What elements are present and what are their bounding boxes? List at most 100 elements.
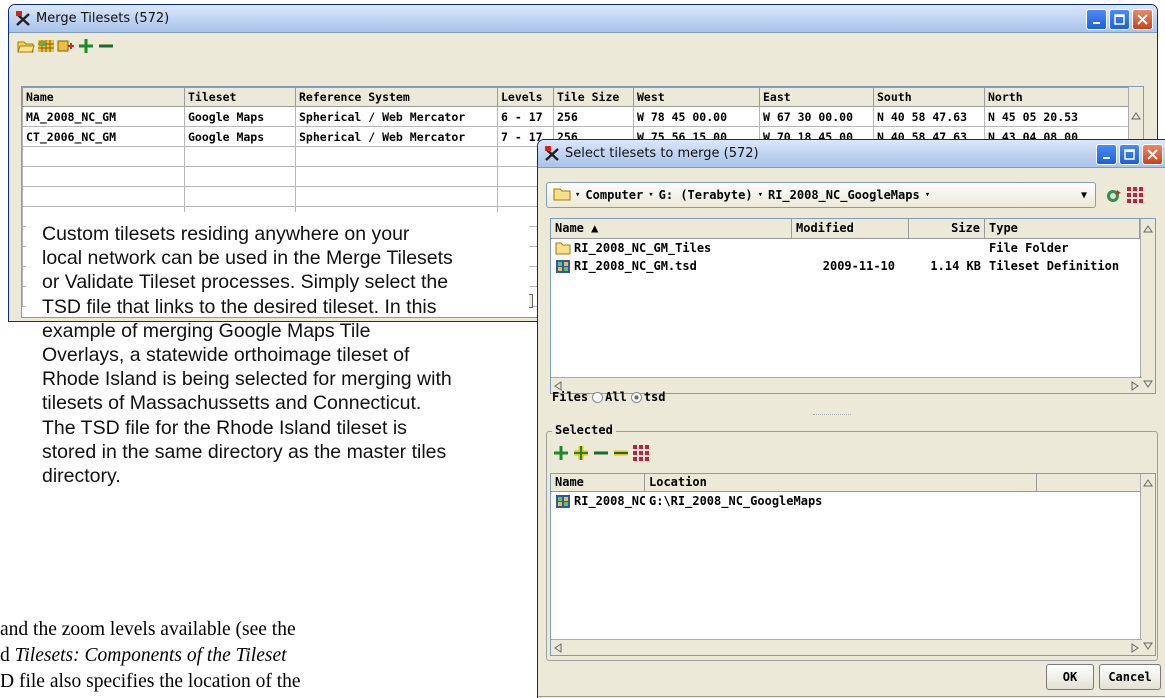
list-item[interactable]: RI_2008_NC_GM_Tiles File Folder — [551, 239, 1155, 257]
add-icon[interactable] — [552, 444, 570, 462]
column-header[interactable]: Name — [22, 87, 185, 107]
selected-location: G:\RI_2008_NC_GoogleMaps — [649, 494, 823, 508]
refresh-icon[interactable] — [1105, 188, 1125, 207]
column-header[interactable]: Tileset — [184, 87, 296, 107]
column-name[interactable]: Name ▲ — [551, 219, 792, 238]
column-header[interactable]: Tile Size — [553, 87, 634, 107]
remove-icon[interactable] — [97, 37, 115, 55]
dialog-app-icon — [544, 145, 560, 162]
open-folder-icon[interactable] — [17, 37, 35, 55]
column-header[interactable]: Levels — [497, 87, 554, 107]
table-cell[interactable]: 6 - 17 — [497, 106, 554, 127]
table-cell[interactable]: N 40 58 47.63 — [873, 106, 985, 127]
table-cell[interactable]: Google Maps — [184, 106, 296, 127]
table-cell[interactable]: Spherical / Web Mercator — [295, 106, 498, 127]
column-size[interactable]: Size — [909, 219, 985, 238]
column-header[interactable]: North — [984, 87, 1130, 107]
path-dropdown-icon[interactable]: ▼ — [1081, 190, 1087, 201]
column-header[interactable]: South — [873, 87, 985, 107]
table-cell — [295, 146, 498, 167]
table-cell — [295, 186, 498, 207]
table-cell[interactable]: W 67 30 00.00 — [759, 106, 874, 127]
select-dialog-titlebar[interactable]: Select tilesets to merge (572) — [538, 140, 1165, 168]
callout-text: Custom tilesets residing anywhere on you… — [42, 222, 529, 488]
file-list-vscrollbar[interactable] — [1140, 219, 1155, 393]
dialog-maximize-button[interactable] — [1119, 144, 1140, 165]
column-header[interactable]: West — [633, 87, 760, 107]
table-cell[interactable]: Google Maps — [184, 126, 296, 147]
breadcrumb-computer[interactable]: Computer — [585, 188, 643, 202]
table-cell[interactable]: 256 — [553, 106, 634, 127]
callout-paragraph: Custom tilesets residing anywhere on you… — [42, 223, 453, 488]
column-modified[interactable]: Modified — [792, 219, 909, 238]
file-name-cell: RI_2008_NC_GM.tsd — [551, 257, 792, 275]
column-type[interactable]: Type — [985, 219, 1140, 238]
remove-all-icon[interactable] — [612, 444, 630, 462]
scroll-right-arrow-icon[interactable] — [1131, 380, 1139, 393]
selected-list-hscrollbar[interactable] — [551, 639, 1142, 655]
file-name-cell: RI_2008_NC_GM_Tiles — [551, 239, 792, 257]
path-arrow-icon: ▾ — [648, 190, 654, 200]
list-item[interactable]: RI_2008_NC_G G:\RI_2008_NC_GoogleMaps — [551, 492, 1155, 510]
scroll-down-arrow-icon[interactable] — [1141, 639, 1155, 653]
scroll-left-arrow-icon[interactable] — [554, 642, 562, 655]
minimize-button[interactable] — [1086, 9, 1107, 30]
list-item[interactable]: RI_2008_NC_GM.tsd 2009-11-10 1.14 KB Til… — [551, 257, 1155, 275]
add-icon[interactable] — [77, 37, 95, 55]
select-dialog-title: Select tilesets to merge (572) — [565, 146, 759, 161]
scroll-down-arrow-icon[interactable] — [1141, 377, 1155, 391]
tileset-grid-icon[interactable] — [37, 37, 55, 55]
path-arrow-icon: ▾ — [757, 190, 763, 200]
radio-tsd[interactable] — [630, 391, 642, 403]
scroll-right-arrow-icon[interactable] — [1131, 642, 1139, 655]
path-arrow-icon: ▾ — [924, 190, 931, 200]
table-cell[interactable]: Spherical / Web Mercator — [295, 126, 498, 147]
column-name[interactable]: Name — [551, 474, 645, 491]
add-all-icon[interactable] — [572, 444, 590, 462]
selected-label: Selected — [552, 423, 616, 437]
drive-folder-icon — [553, 187, 571, 204]
dialog-close-button[interactable] — [1142, 144, 1163, 165]
remove-icon[interactable] — [592, 444, 610, 462]
grid-view-icon[interactable] — [1126, 186, 1146, 207]
table-cell[interactable]: CT_2006_NC_GM — [22, 126, 185, 147]
table-cell — [184, 146, 296, 167]
scroll-up-arrow-icon[interactable] — [1141, 476, 1155, 490]
scroll-up-arrow-icon[interactable] — [1141, 222, 1155, 236]
app-icon — [15, 10, 31, 27]
radio-tsd-label: tsd — [643, 390, 666, 404]
add-tilesets-icon[interactable] — [57, 37, 75, 55]
selected-list-vscrollbar[interactable] — [1140, 474, 1155, 655]
files-filter: Files All tsd — [552, 388, 666, 406]
table-cell[interactable]: N 45 05 20.53 — [984, 106, 1130, 127]
radio-all[interactable] — [592, 391, 604, 403]
table-cell — [22, 166, 185, 187]
selected-toolbar — [552, 444, 650, 462]
background-text-line-2: d Tilesets: Components of the Tileset — [0, 645, 287, 667]
maximize-button[interactable] — [1109, 9, 1130, 30]
table-cell[interactable]: W 78 45 00.00 — [633, 106, 760, 127]
selected-grid-icon[interactable] — [632, 444, 650, 462]
file-size — [909, 239, 985, 257]
column-header[interactable]: Reference System — [295, 87, 498, 107]
breadcrumb-folder[interactable]: RI_2008_NC_GoogleMaps — [768, 188, 920, 202]
dialog-minimize-button[interactable] — [1096, 144, 1117, 165]
table-cell[interactable]: MA_2008_NC_GM — [22, 106, 185, 127]
column-header[interactable]: East — [759, 87, 874, 107]
table-cell — [295, 166, 498, 187]
scroll-up-arrow-icon[interactable] — [1129, 109, 1143, 123]
table-row[interactable]: MA_2008_NC_GM Google Maps Spherical / Web … — [22, 106, 1130, 127]
merge-tilesets-titlebar[interactable]: Merge Tilesets (572) — [9, 5, 1157, 33]
cancel-button[interactable]: Cancel — [1099, 664, 1161, 690]
path-arrow-icon: ▾ — [575, 190, 581, 200]
breadcrumb-drive[interactable]: G: (Terabyte) — [659, 188, 753, 202]
splitter-handle[interactable] — [813, 414, 851, 416]
radio-all-label: All — [605, 390, 627, 404]
close-button[interactable] — [1132, 9, 1153, 30]
merge-tilesets-title: Merge Tilesets (572) — [36, 11, 170, 26]
ok-button[interactable]: OK — [1046, 664, 1094, 690]
table-cell — [184, 186, 296, 207]
table-cell — [184, 166, 296, 187]
path-breadcrumb[interactable]: ▾ Computer ▾ G: (Terabyte) ▾ RI_2008_NC_… — [546, 182, 1096, 208]
column-location[interactable]: Location — [645, 474, 1037, 491]
